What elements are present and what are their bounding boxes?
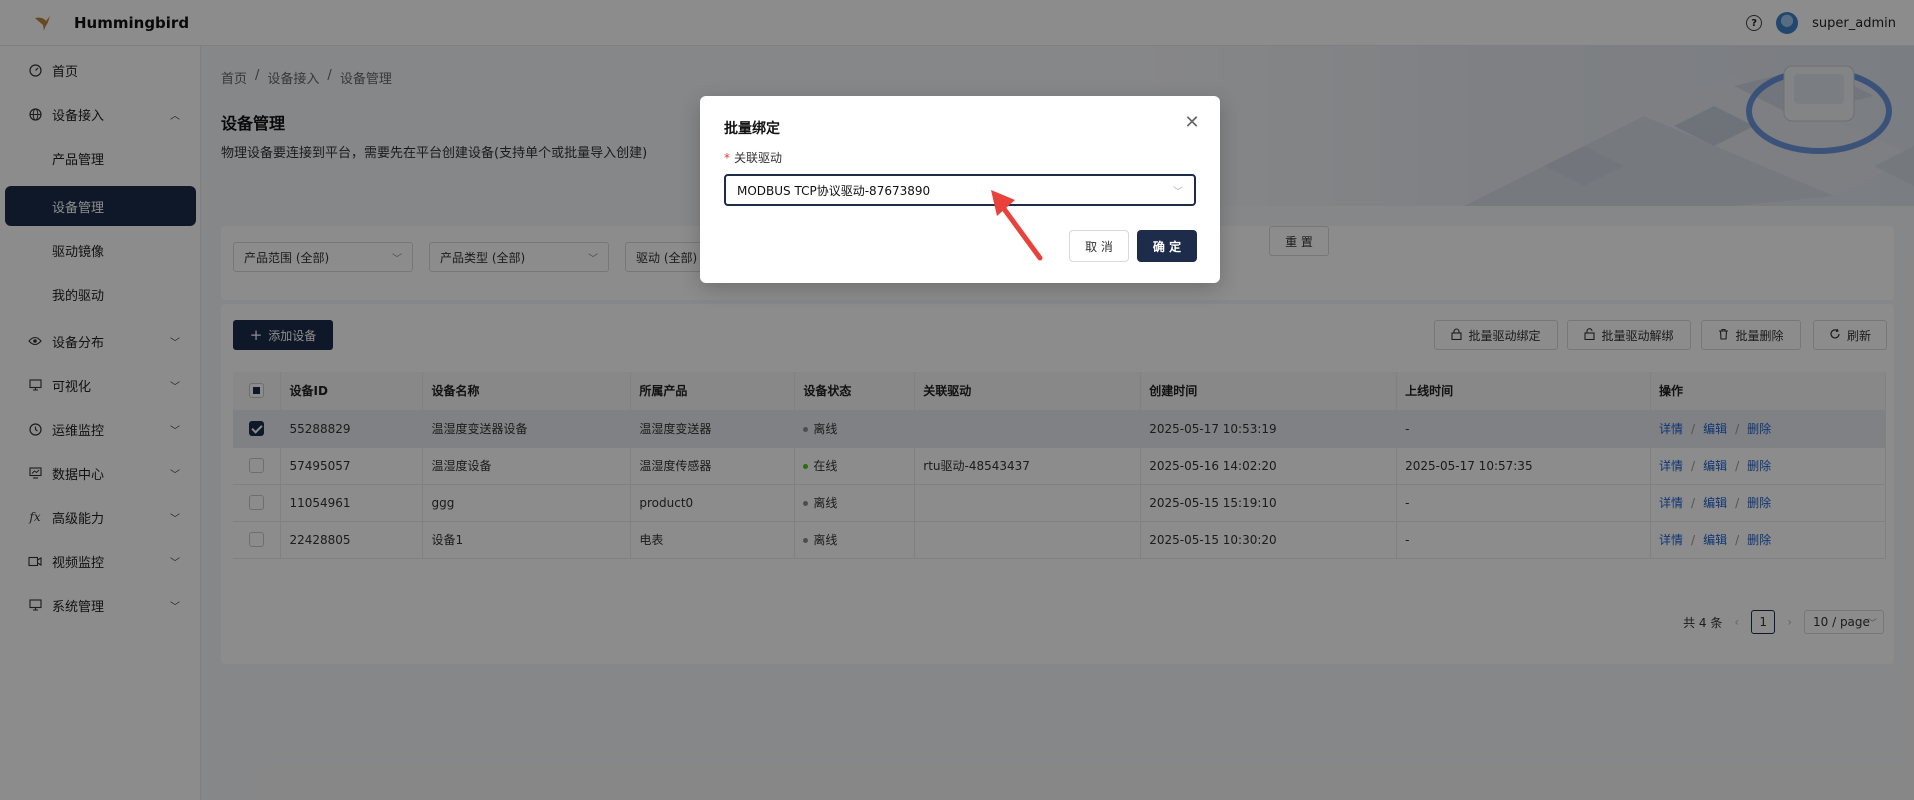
driver-select-input[interactable]: MODBUS TCP协议驱动-87673890 ﹀ [724,174,1196,206]
batch-bind-modal: 批量绑定 ✕ * 关联驱动 MODBUS TCP协议驱动-87673890 ﹀ 取… [700,96,1220,283]
cancel-button[interactable]: 取 消 [1069,230,1129,262]
modal-title: 批量绑定 [724,121,780,137]
close-icon[interactable]: ✕ [1182,112,1202,133]
annotation-arrow-icon [991,190,1043,261]
chevron-down-icon: ﹀ [1173,186,1183,198]
required-mark: * [724,151,730,165]
driver-field-label: * 关联驱动 [724,151,783,165]
confirm-button[interactable]: 确 定 [1137,230,1197,262]
